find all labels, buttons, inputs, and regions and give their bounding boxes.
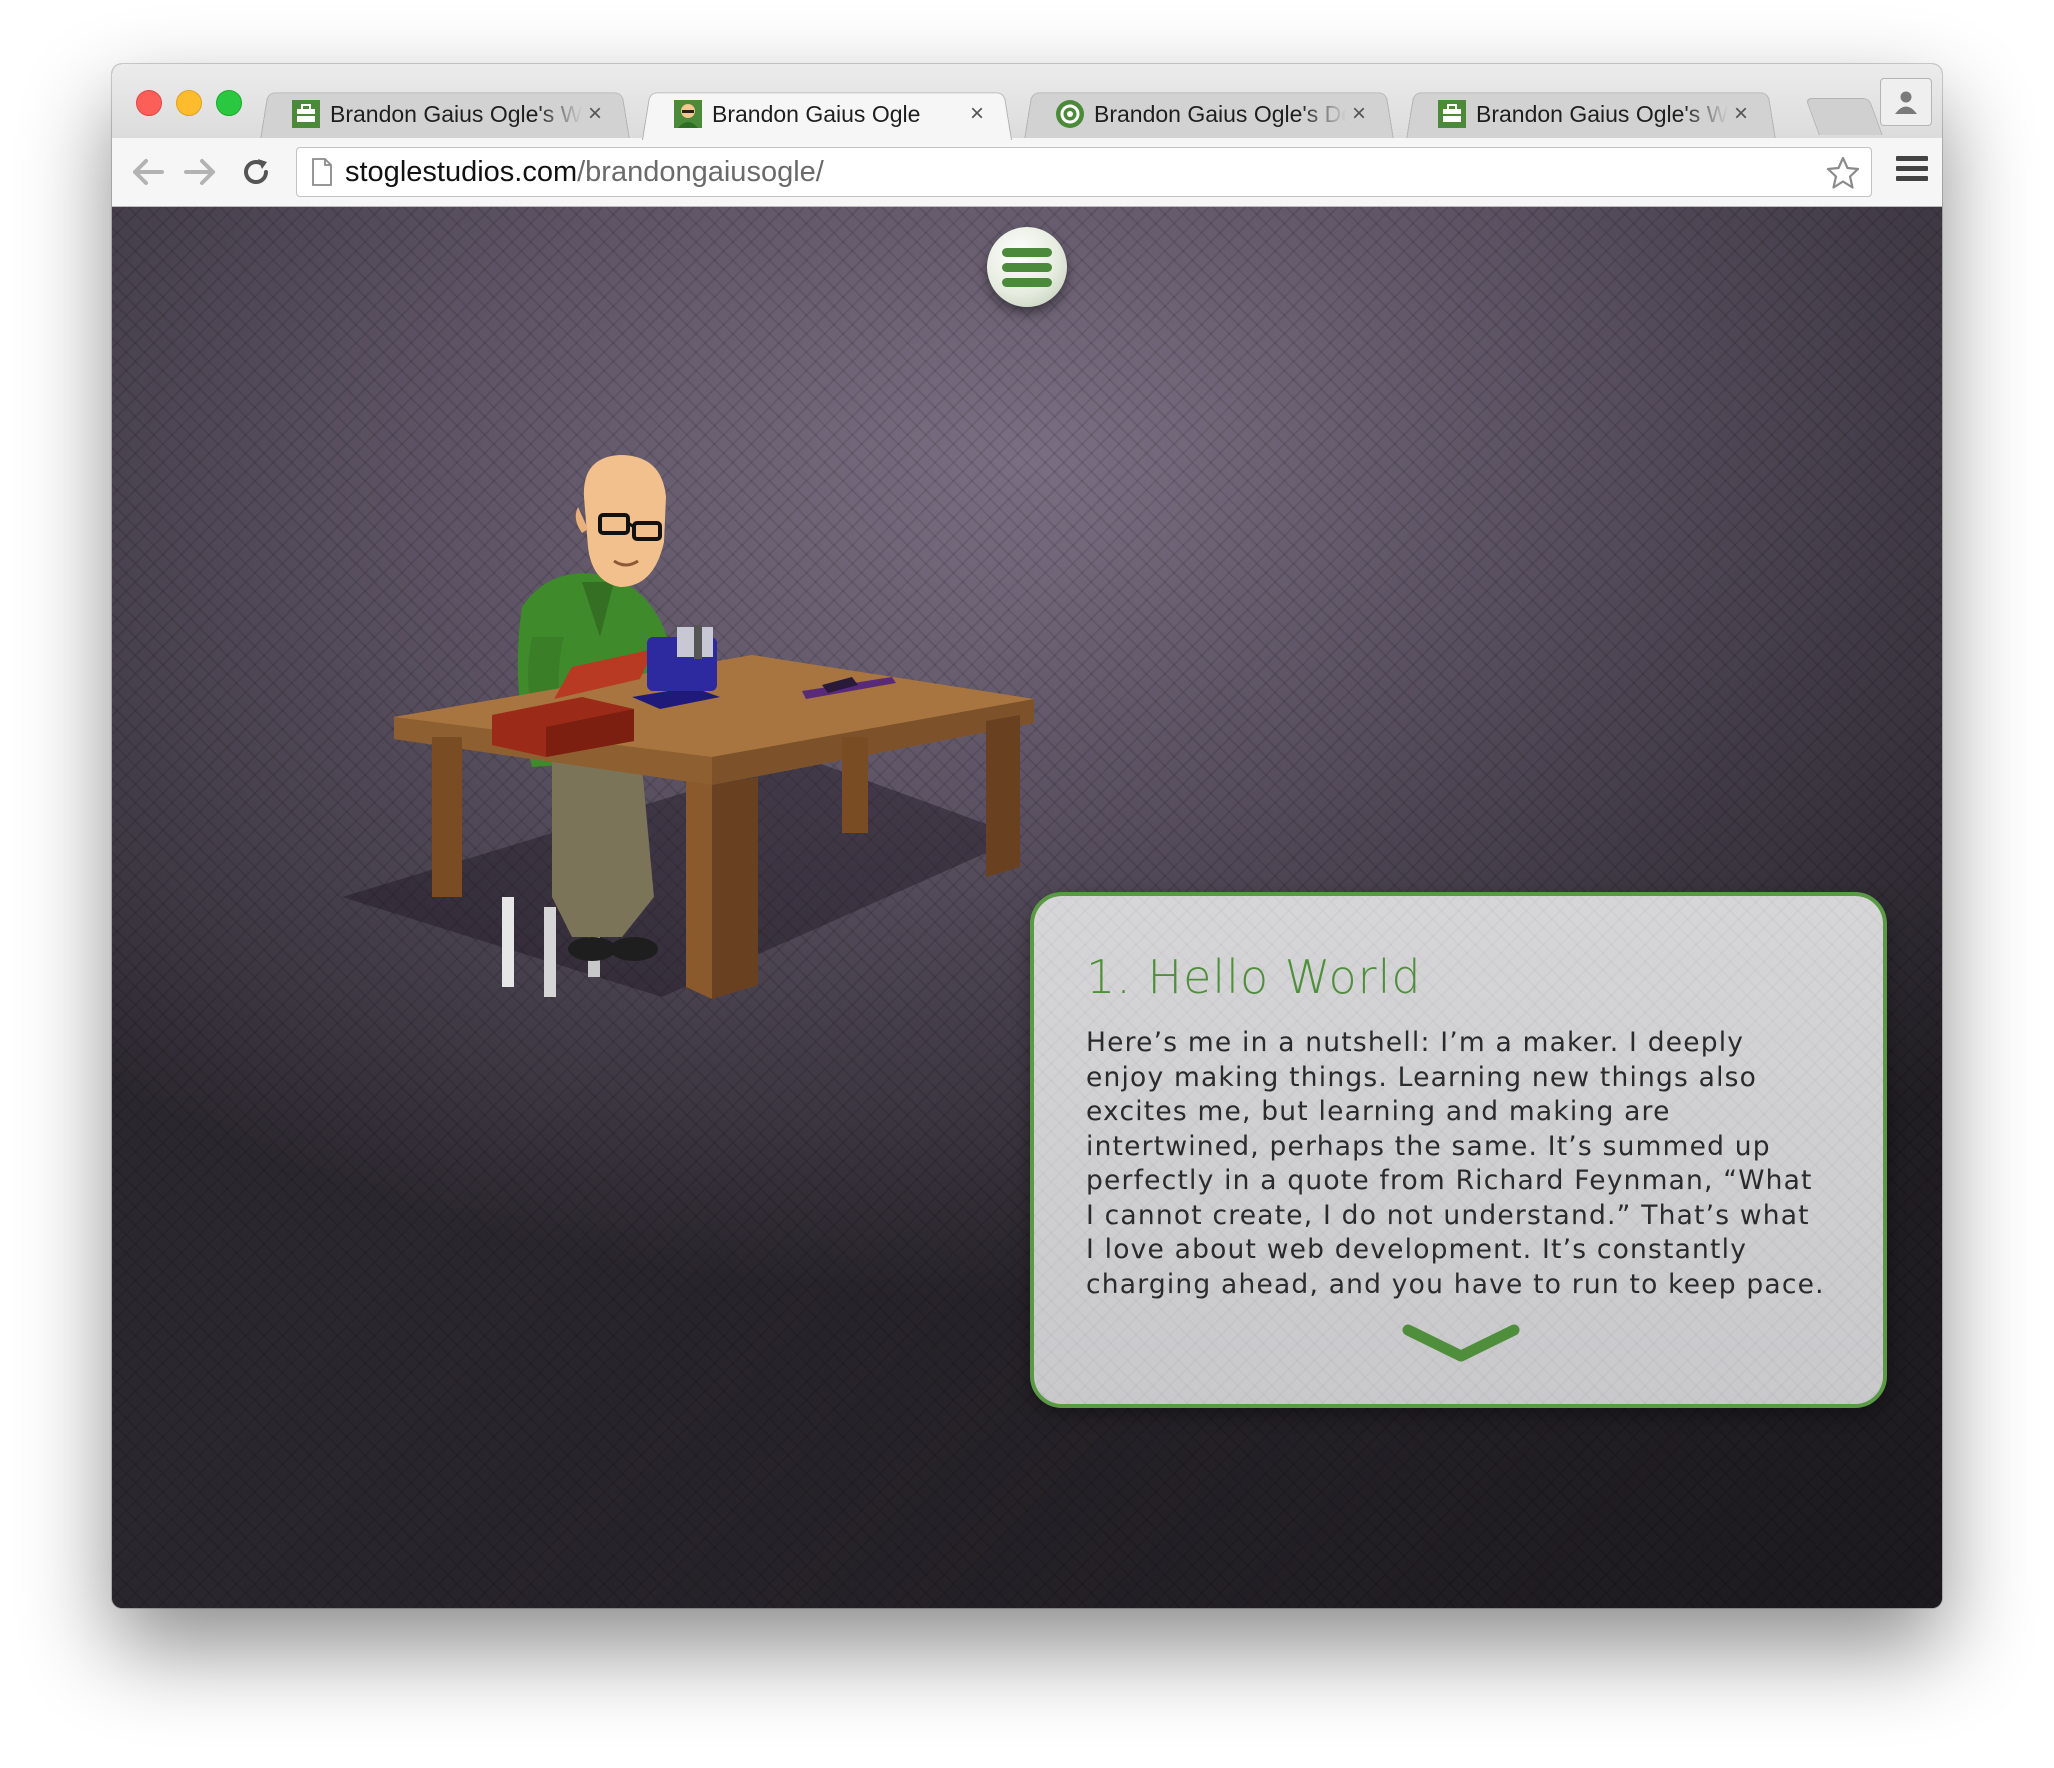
new-tab-button[interactable] — [1805, 98, 1883, 135]
tab-4[interactable]: Brandon Gaius Ogle's Web × — [1406, 90, 1776, 138]
avatar-icon — [672, 98, 704, 130]
man-at-workbench-illustration — [342, 455, 1034, 999]
tab-title: Brandon Gaius Ogle's Web — [1476, 100, 1728, 127]
reload-button[interactable] — [236, 152, 276, 192]
reload-icon — [244, 159, 268, 184]
page-icon — [311, 157, 333, 187]
zoom-window-button[interactable] — [216, 90, 242, 116]
gear-badge-icon — [1054, 98, 1086, 130]
briefcase-icon — [290, 98, 322, 130]
tab-3[interactable]: Brandon Gaius Ogle's Dem × — [1024, 90, 1394, 138]
tab-close-icon[interactable]: × — [964, 101, 990, 127]
url-host: stoglestudios.com — [345, 155, 578, 188]
profile-button[interactable] — [1880, 78, 1932, 126]
stool-leg — [544, 907, 556, 997]
bookmark-star-icon[interactable] — [1825, 155, 1861, 196]
page-viewport: 1. Hello World Here’s me in a nutshell: … — [112, 207, 1942, 1608]
tab-title: Brandon Gaius Ogle — [712, 100, 921, 127]
tab-2[interactable]: Brandon Gaius Ogle × — [642, 90, 1012, 138]
briefcase-icon — [1436, 98, 1468, 130]
table-leg — [986, 715, 1020, 877]
tab-title: Brandon Gaius Ogle's Dem — [1094, 100, 1346, 127]
tab-close-icon[interactable]: × — [582, 101, 608, 127]
hamburger-icon[interactable] — [987, 227, 1067, 307]
tab-strip: Brandon Gaius Ogle's Web × Brandon Gaius… — [112, 64, 1942, 140]
forward-button[interactable] — [180, 152, 220, 192]
card-title: 1. Hello World — [1086, 950, 1422, 1004]
arrow-left-icon — [133, 159, 164, 185]
table-leg — [432, 737, 462, 897]
card-body: Here’s me in a nutshell: I’m a maker. I … — [1086, 1027, 1825, 1300]
tab-close-icon[interactable]: × — [1728, 101, 1754, 127]
back-button[interactable] — [128, 152, 168, 192]
browser-menu-button[interactable] — [1896, 156, 1928, 188]
close-window-button[interactable] — [136, 90, 162, 116]
browser-window: Brandon Gaius Ogle's Web × Brandon Gaius… — [112, 64, 1942, 1608]
tab-title: Brandon Gaius Ogle's Web — [330, 100, 582, 127]
table-leg — [842, 737, 868, 833]
minimize-window-button[interactable] — [176, 90, 202, 116]
chevron-down-icon[interactable] — [1402, 1322, 1520, 1366]
arrow-right-icon — [184, 159, 215, 185]
url-path: /brandongaiusogle/ — [577, 155, 824, 188]
address-bar[interactable]: stoglestudios.com/brandongaiusogle/ — [296, 147, 1872, 197]
table-leg — [712, 777, 758, 999]
browser-toolbar: stoglestudios.com/brandongaiusogle/ — [112, 138, 1942, 207]
pants — [552, 757, 654, 937]
intro-card: 1. Hello World Here’s me in a nutshell: … — [1030, 892, 1887, 1408]
tab-1[interactable]: Brandon Gaius Ogle's Web × — [260, 90, 630, 138]
tab-close-icon[interactable]: × — [1346, 101, 1372, 127]
stool-leg — [502, 897, 514, 987]
person-icon — [1895, 91, 1917, 114]
